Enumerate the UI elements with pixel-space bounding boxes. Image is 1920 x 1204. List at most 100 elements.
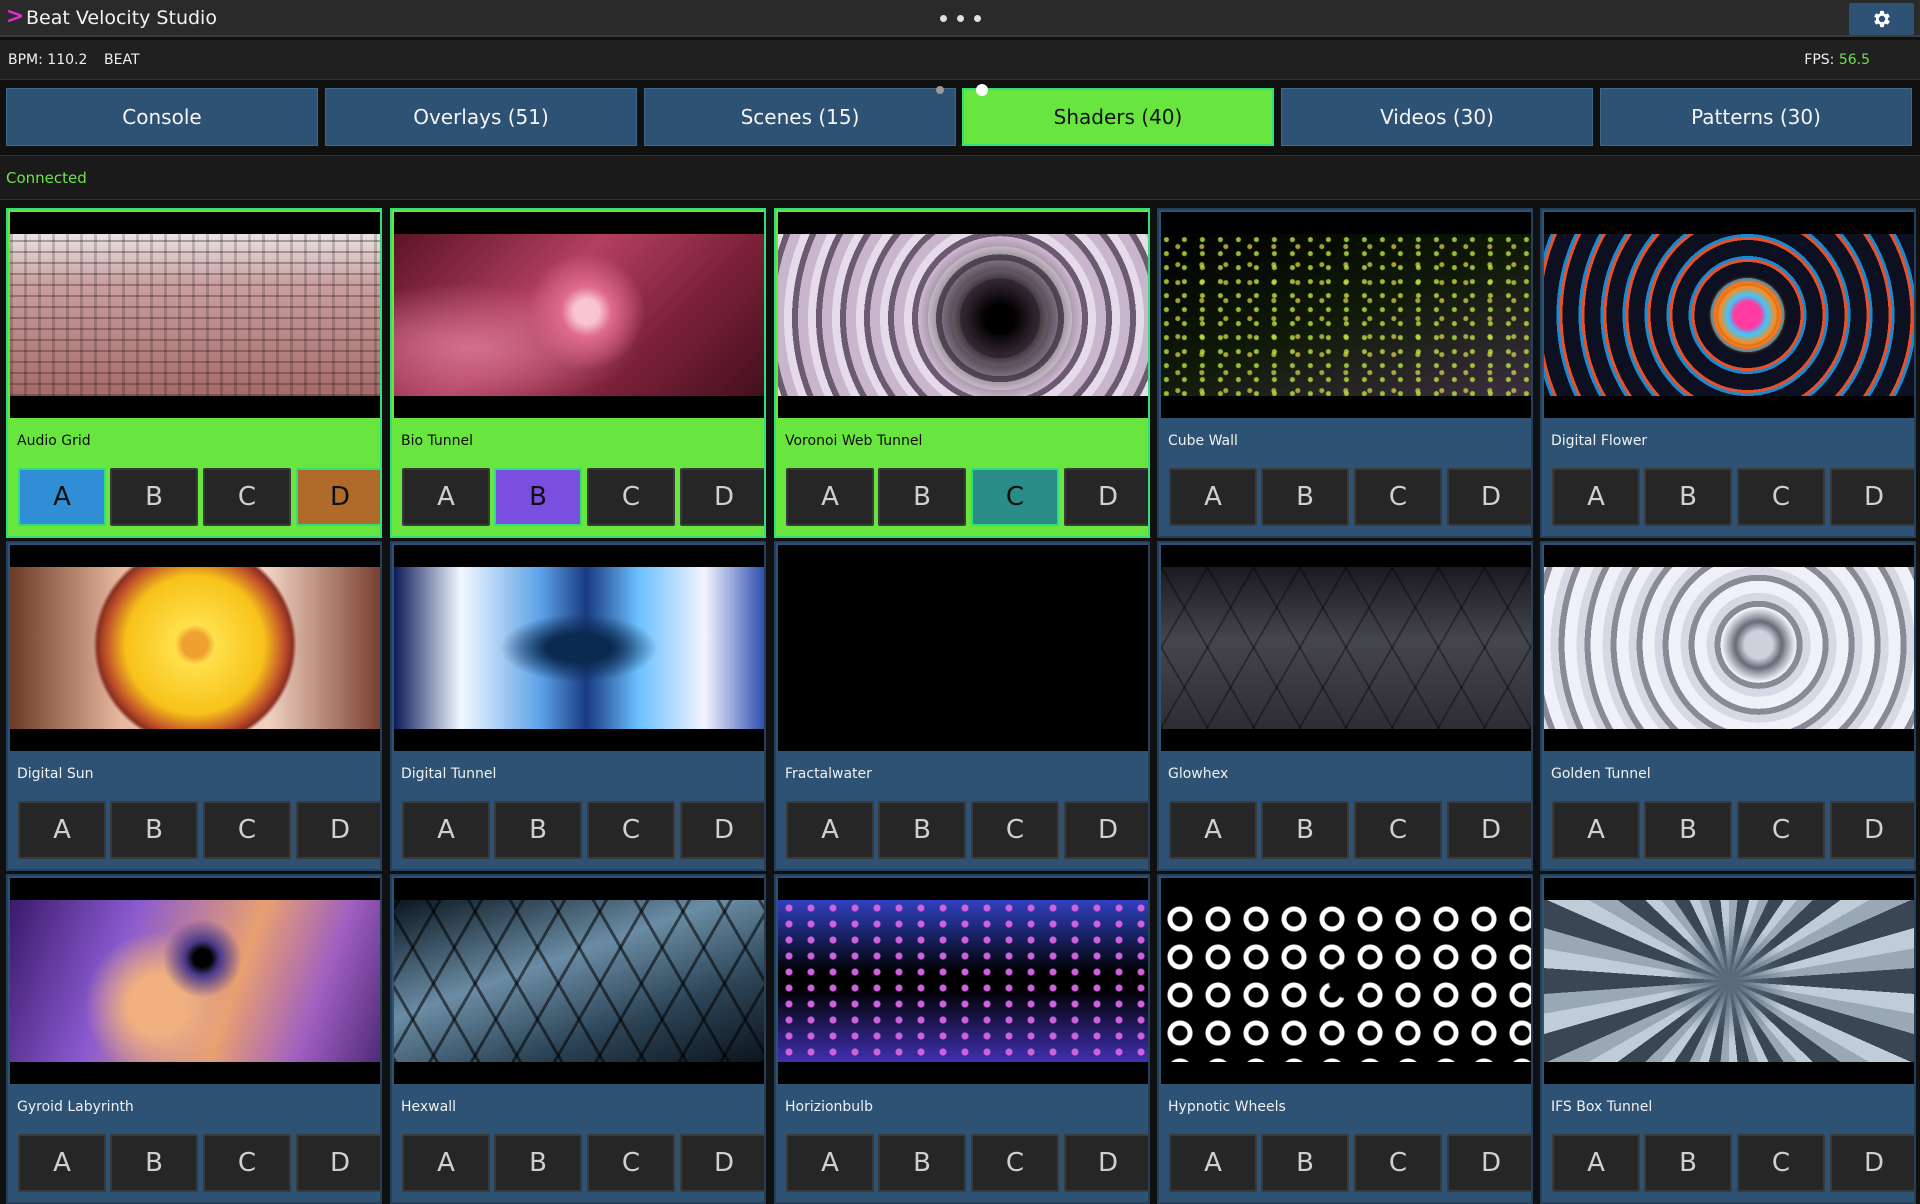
shader-thumbnail[interactable]	[394, 212, 764, 418]
tab-console[interactable]: Console	[6, 88, 318, 146]
slot-button-c[interactable]: C	[587, 801, 675, 859]
slot-button-a[interactable]: A	[1552, 468, 1640, 526]
slot-button-d[interactable]: D	[1830, 1134, 1914, 1192]
slot-button-a[interactable]: A	[18, 1134, 106, 1192]
slot-button-d[interactable]: D	[296, 1134, 380, 1192]
slot-buttons: ABCD	[397, 801, 764, 861]
shader-card-digital-tunnel: Digital Tunnel A B C D	[390, 541, 766, 871]
slot-button-d[interactable]: D	[1830, 468, 1914, 526]
slot-buttons: ABCD	[781, 801, 1148, 861]
page-dot[interactable]	[936, 86, 944, 94]
slot-button-c[interactable]: C	[1354, 1134, 1442, 1192]
shader-thumbnail[interactable]	[1544, 212, 1914, 418]
slot-button-c[interactable]: C	[203, 1134, 291, 1192]
slot-button-c[interactable]: C	[1354, 468, 1442, 526]
tab-patterns[interactable]: Patterns (30)	[1600, 88, 1912, 146]
slot-button-a[interactable]: A	[1552, 801, 1640, 859]
slot-button-c[interactable]: C	[203, 801, 291, 859]
slot-button-a[interactable]: A	[18, 468, 106, 526]
slot-button-c[interactable]: C	[1737, 1134, 1825, 1192]
shader-name: Fractalwater	[785, 766, 872, 782]
title-bar: > Beat Velocity Studio	[0, 0, 1920, 37]
shader-thumbnail[interactable]	[1161, 545, 1531, 751]
shader-name: Digital Flower	[1551, 433, 1648, 449]
slot-button-b[interactable]: B	[110, 1134, 198, 1192]
tab-videos[interactable]: Videos (30)	[1281, 88, 1593, 146]
slot-button-d[interactable]: D	[1447, 1134, 1531, 1192]
slot-button-c[interactable]: C	[203, 468, 291, 526]
slot-button-b[interactable]: B	[1261, 801, 1349, 859]
page-dot-active[interactable]	[976, 84, 988, 96]
slot-button-b[interactable]: B	[1644, 1134, 1732, 1192]
slot-button-a[interactable]: A	[1169, 1134, 1257, 1192]
tab-scenes[interactable]: Scenes (15)	[644, 88, 956, 146]
more-dots-icon[interactable]	[930, 6, 990, 30]
slot-button-d[interactable]: D	[1064, 468, 1148, 526]
slot-button-d[interactable]: D	[1064, 801, 1148, 859]
slot-button-a[interactable]: A	[1169, 801, 1257, 859]
settings-button[interactable]	[1849, 3, 1914, 35]
slot-button-a[interactable]: A	[402, 801, 490, 859]
slot-button-a[interactable]: A	[1169, 468, 1257, 526]
slot-button-b[interactable]: B	[878, 468, 966, 526]
shader-thumbnail[interactable]	[778, 878, 1148, 1084]
shader-thumbnail[interactable]	[10, 545, 380, 751]
slot-button-a[interactable]: A	[402, 468, 490, 526]
slot-button-c[interactable]: C	[971, 468, 1059, 526]
slot-button-c[interactable]: C	[587, 468, 675, 526]
shader-thumbnail[interactable]	[394, 878, 764, 1084]
slot-button-c[interactable]: C	[1737, 801, 1825, 859]
slot-button-d[interactable]: D	[296, 801, 380, 859]
slot-button-d[interactable]: D	[296, 468, 380, 526]
slot-button-a[interactable]: A	[786, 801, 874, 859]
slot-button-d[interactable]: D	[680, 1134, 764, 1192]
shader-thumbnail[interactable]	[778, 545, 1148, 751]
slot-button-c[interactable]: C	[1354, 801, 1442, 859]
slot-buttons: ABCD	[1547, 468, 1914, 528]
shader-name: Glowhex	[1168, 766, 1229, 782]
shader-thumbnail[interactable]	[1161, 878, 1531, 1084]
slot-button-d[interactable]: D	[680, 468, 764, 526]
slot-button-b[interactable]: B	[1261, 1134, 1349, 1192]
slot-button-c[interactable]: C	[587, 1134, 675, 1192]
tab-shaders[interactable]: Shaders (40)	[962, 88, 1274, 146]
slot-button-c[interactable]: C	[971, 1134, 1059, 1192]
shader-preview-image	[1161, 900, 1531, 1062]
shader-thumbnail[interactable]	[10, 878, 380, 1084]
shader-card-voronoi-web-tunnel: Voronoi Web Tunnel A B C D	[774, 208, 1150, 538]
shader-thumbnail[interactable]	[778, 212, 1148, 418]
slot-button-b[interactable]: B	[494, 1134, 582, 1192]
slot-button-b[interactable]: B	[1261, 468, 1349, 526]
shader-name: Hexwall	[401, 1099, 456, 1115]
slot-button-b[interactable]: B	[110, 468, 198, 526]
slot-buttons: ABCD	[1164, 468, 1531, 528]
shader-thumbnail[interactable]	[1544, 545, 1914, 751]
slot-button-b[interactable]: B	[878, 801, 966, 859]
slot-button-a[interactable]: A	[402, 1134, 490, 1192]
shader-thumbnail[interactable]	[10, 212, 380, 418]
slot-button-b[interactable]: B	[1644, 468, 1732, 526]
slot-button-c[interactable]: C	[971, 801, 1059, 859]
slot-button-b[interactable]: B	[110, 801, 198, 859]
slot-button-d[interactable]: D	[1447, 801, 1531, 859]
slot-button-d[interactable]: D	[1830, 801, 1914, 859]
shader-thumbnail[interactable]	[1544, 878, 1914, 1084]
slot-button-c[interactable]: C	[1737, 468, 1825, 526]
slot-button-b[interactable]: B	[1644, 801, 1732, 859]
slot-button-b[interactable]: B	[494, 801, 582, 859]
shader-thumbnail[interactable]	[394, 545, 764, 751]
slot-button-b[interactable]: B	[878, 1134, 966, 1192]
shader-thumbnail[interactable]	[1161, 212, 1531, 418]
slot-button-d[interactable]: D	[1447, 468, 1531, 526]
shader-card-hypnotic-wheels: Hypnotic Wheels A B C D	[1157, 874, 1533, 1204]
slot-button-d[interactable]: D	[680, 801, 764, 859]
slot-button-b[interactable]: B	[494, 468, 582, 526]
slot-button-a[interactable]: A	[786, 468, 874, 526]
tab-overlays[interactable]: Overlays (51)	[325, 88, 637, 146]
slot-buttons: ABCD	[1547, 1134, 1914, 1194]
slot-button-a[interactable]: A	[786, 1134, 874, 1192]
slot-button-d[interactable]: D	[1064, 1134, 1148, 1192]
shader-preview-image	[10, 234, 380, 396]
slot-button-a[interactable]: A	[18, 801, 106, 859]
slot-button-a[interactable]: A	[1552, 1134, 1640, 1192]
